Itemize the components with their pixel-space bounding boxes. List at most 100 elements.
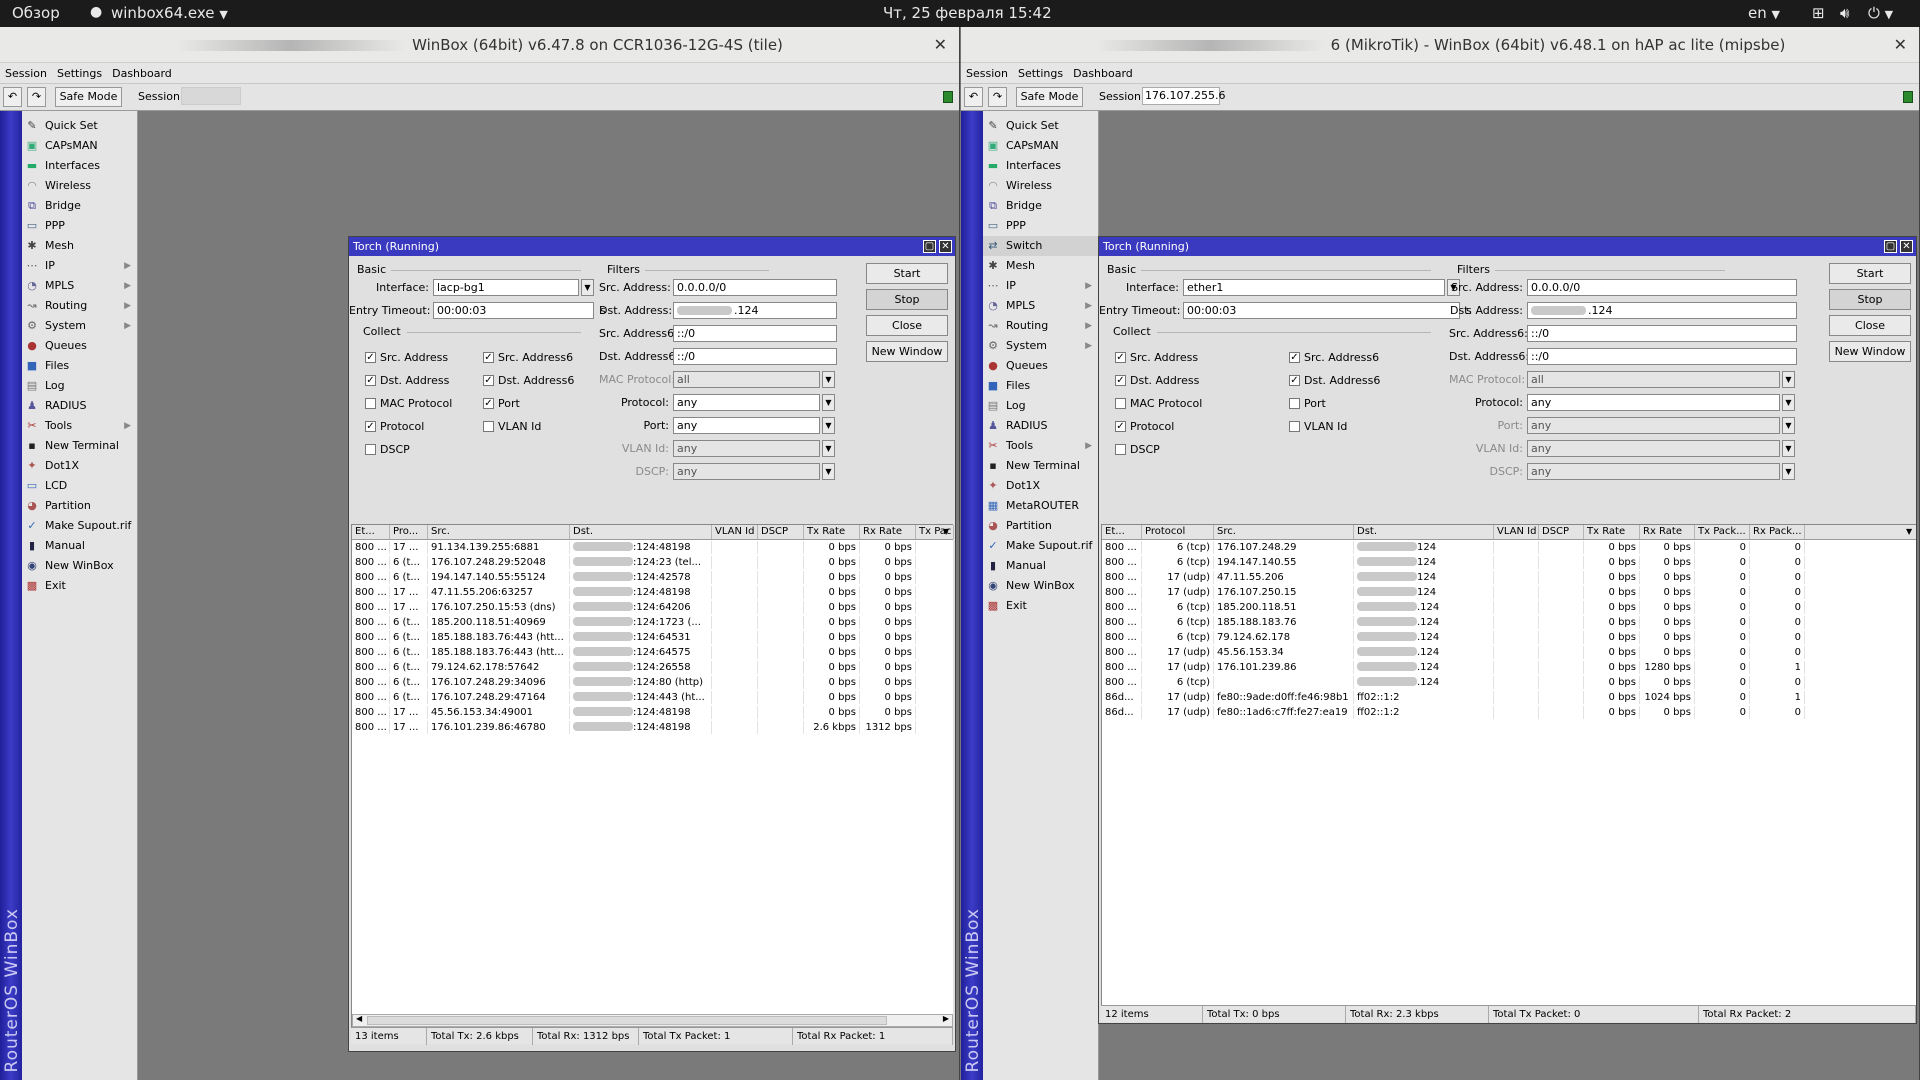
interface-dropdown-icon[interactable]: ▼ [581, 279, 594, 296]
table-row[interactable]: 800 ... 17 (udp) 176.101.239.86 .124 0 bps 12… [1102, 661, 1916, 674]
column-menu-icon[interactable]: ▼ [1903, 525, 1916, 539]
start-button[interactable]: Start [866, 263, 948, 284]
table-row[interactable]: 800 ... 6 (tcp) 176.107.248.29 124 0 bps 0 bp… [1102, 541, 1916, 554]
language-selector[interactable]: en ▼ [1748, 4, 1780, 22]
port-dropdown-icon[interactable]: ▼ [822, 417, 835, 434]
sidebar-item-new-winbox[interactable]: ◉ New WinBox [22, 556, 137, 576]
src-address-field[interactable]: 0.0.0.0/0 [673, 279, 837, 296]
column-header-tx-pack[interactable]: Tx Pack... [1695, 525, 1750, 539]
sidebar-item-system[interactable]: ⚙ System ▶ [983, 336, 1098, 356]
sidebar-item-dot1x[interactable]: ✦ Dot1X [22, 456, 137, 476]
session-field[interactable]: 176.107.255.6 [1142, 87, 1225, 105]
sidebar-item-ip[interactable]: ⋯ IP ▶ [22, 256, 137, 276]
protocol-field[interactable]: any [1527, 394, 1780, 411]
table-row[interactable]: 800 ... 6 (tcp) .124 0 bps 0 bps 0 0 [1102, 676, 1916, 689]
protocol-field[interactable]: any [673, 394, 820, 411]
table-row[interactable]: 800 ... 6 (t... 176.107.248.29:34096:124:8… [352, 676, 953, 689]
checkbox-src-address6[interactable]: ✓ [483, 352, 494, 363]
table-row[interactable]: 800 ... 6 (t... 194.147.140.55:55124:124:4… [352, 571, 953, 584]
src-address-field[interactable]: 0.0.0.0/0 [1527, 279, 1797, 296]
mac-protocol-dropdown-icon[interactable]: ▼ [822, 371, 835, 388]
menu-session[interactable]: Session [961, 63, 1013, 80]
table-row[interactable]: 800 ... 6 (t... 185.200.118.51:40969:124:1… [352, 616, 953, 629]
table-row[interactable]: 800 ... 6 (tcp) 79.124.62.178 .124 0 bps 0 bp… [1102, 631, 1916, 644]
close-icon[interactable]: ✕ [1900, 240, 1913, 253]
sidebar-item-ppp[interactable]: ▭ PPP [22, 216, 137, 236]
sidebar-item-partition[interactable]: ◕ Partition [22, 496, 137, 516]
safe-mode-button[interactable]: Safe Mode [55, 87, 122, 107]
sidebar-item-mpls[interactable]: ◔ MPLS ▶ [983, 296, 1098, 316]
dst-address-field[interactable]: .124 [1527, 302, 1797, 319]
maximize-icon[interactable]: ▢ [923, 240, 936, 253]
checkbox-src-address6[interactable]: ✓ [1289, 352, 1300, 363]
table-row[interactable]: 800 ... 6 (tcp) 185.200.118.51 .124 0 bps 0 b… [1102, 601, 1916, 614]
sidebar-item-radius[interactable]: ♟ RADIUS [983, 416, 1098, 436]
table-row[interactable]: 800 ... 17 ... 45.56.153.34:49001:124:4819… [352, 706, 953, 719]
checkbox-dst-address6[interactable]: ✓ [483, 375, 494, 386]
sidebar-item-switch[interactable]: ⇄ Switch [983, 236, 1098, 256]
close-button[interactable]: Close [866, 315, 948, 336]
mac-protocol-dropdown-icon[interactable]: ▼ [1782, 371, 1795, 388]
sidebar-item-mesh[interactable]: ✱ Mesh [22, 236, 137, 256]
mac-protocol-field[interactable]: all [1527, 371, 1780, 388]
power-icon[interactable]: ⏻ ▼ [1868, 4, 1893, 22]
maximize-icon[interactable]: ▢ [1884, 240, 1897, 253]
table-row[interactable]: 800 ... 6 (t... 176.107.248.29:47164:124:4… [352, 691, 953, 704]
column-header-src[interactable]: Src. [428, 525, 570, 539]
interface-field[interactable]: ether1 [1183, 279, 1445, 296]
column-header-rx-rate[interactable]: Rx Rate [860, 525, 916, 539]
column-header-vlan-id[interactable]: VLAN Id [712, 525, 758, 539]
vlan-id-field[interactable]: any [1527, 440, 1780, 457]
undo-icon[interactable]: ↶ [3, 87, 22, 107]
sidebar-item-new-winbox[interactable]: ◉ New WinBox [983, 576, 1098, 596]
checkbox-port[interactable] [1289, 398, 1300, 409]
sidebar-item-bridge[interactable]: ⧉ Bridge [983, 196, 1098, 216]
sidebar-item-dot1x[interactable]: ✦ Dot1X [983, 476, 1098, 496]
sidebar-item-tools[interactable]: ✂ Tools ▶ [983, 436, 1098, 456]
table-row[interactable]: 800 ... 6 (t... 185.188.183.76:443 (htt...… [352, 646, 953, 659]
undo-icon[interactable]: ↶ [964, 87, 983, 107]
horizontal-scrollbar[interactable]: ◀ ▶ [352, 1014, 953, 1027]
column-header-dscp[interactable]: DSCP [1539, 525, 1584, 539]
close-icon[interactable]: ✕ [939, 240, 952, 253]
port-field[interactable]: any [1527, 417, 1780, 434]
sidebar-item-new-terminal[interactable]: ▪ New Terminal [22, 436, 137, 456]
port-field[interactable]: any [673, 417, 820, 434]
column-header-et[interactable]: Et... [1102, 525, 1142, 539]
dscp-dropdown-icon[interactable]: ▼ [822, 463, 835, 480]
stop-button[interactable]: Stop [866, 289, 948, 310]
vlan-id-field[interactable]: any [673, 440, 820, 457]
column-header-rx-pack[interactable]: Rx Pack... [1750, 525, 1805, 539]
volume-icon[interactable]: 🔊︎ [1840, 4, 1849, 22]
sidebar-item-make-supout-rif[interactable]: ✓ Make Supout.rif [983, 536, 1098, 556]
checkbox-src-address[interactable]: ✓ [1115, 352, 1126, 363]
checkbox-dscp[interactable] [365, 444, 376, 455]
table-row[interactable]: 86d... 17 (udp) fe80::1ad6:c7ff:fe27:ea19 f… [1102, 706, 1916, 719]
sidebar-item-new-terminal[interactable]: ▪ New Terminal [983, 456, 1098, 476]
table-row[interactable]: 800 ... 17 (udp) 45.56.153.34 .124 0 bps 0 bp… [1102, 646, 1916, 659]
sidebar-item-system[interactable]: ⚙ System ▶ [22, 316, 137, 336]
close-icon[interactable]: ✕ [934, 27, 947, 63]
sidebar-item-bridge[interactable]: ⧉ Bridge [22, 196, 137, 216]
menu-dashboard[interactable]: Dashboard [107, 63, 177, 80]
table-row[interactable]: 86d... 17 (udp) fe80::9ade:d0ff:fe46:98b1 f… [1102, 691, 1916, 704]
column-header-rx-rate[interactable]: Rx Rate [1640, 525, 1695, 539]
menu-dashboard[interactable]: Dashboard [1068, 63, 1138, 80]
sidebar-item-wireless[interactable]: ◠ Wireless [983, 176, 1098, 196]
sidebar-item-ip[interactable]: ⋯ IP ▶ [983, 276, 1098, 296]
checkbox-dscp[interactable] [1115, 444, 1126, 455]
checkbox-dst-address[interactable]: ✓ [1115, 375, 1126, 386]
window-titlebar[interactable]: WinBox (64bit) v6.47.8 on CCR1036-12G-4S… [0, 27, 959, 63]
vlan-id-dropdown-icon[interactable]: ▼ [822, 440, 835, 457]
checkbox-src-address[interactable]: ✓ [365, 352, 376, 363]
checkbox-dst-address[interactable]: ✓ [365, 375, 376, 386]
sidebar-item-exit[interactable]: ▩ Exit [22, 576, 137, 596]
sidebar-item-capsman[interactable]: ▣ CAPsMAN [983, 136, 1098, 156]
clock[interactable]: Чт, 25 февраля 15:42 [883, 4, 1052, 22]
torch-titlebar[interactable]: Torch (Running) ▢ ✕ [1099, 237, 1916, 256]
sidebar-item-log[interactable]: ▤ Log [983, 396, 1098, 416]
table-row[interactable]: 800 ... 6 (tcp) 185.188.183.76 .124 0 bps 0 b… [1102, 616, 1916, 629]
sidebar-item-queues[interactable]: ● Queues [983, 356, 1098, 376]
sidebar-item-mpls[interactable]: ◔ MPLS ▶ [22, 276, 137, 296]
interface-field[interactable]: lacp-bg1 [433, 279, 579, 296]
